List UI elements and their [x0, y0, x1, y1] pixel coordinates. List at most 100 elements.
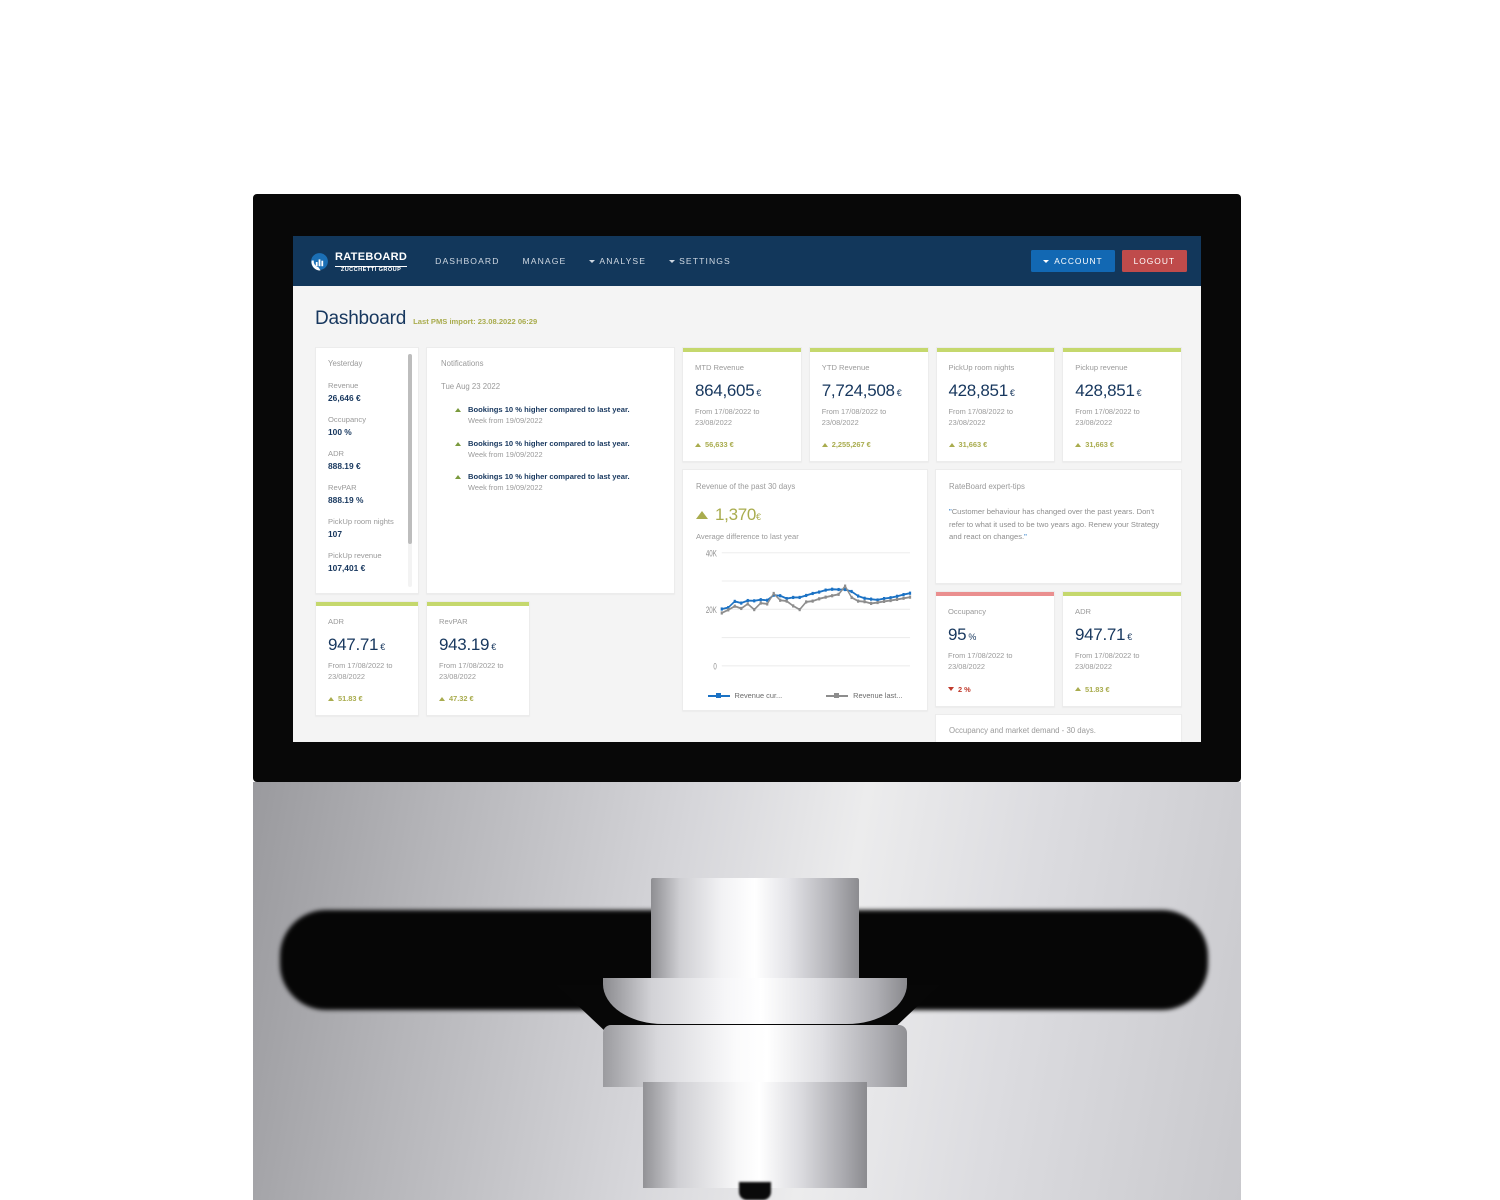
- kpi-value: 428,851 €: [1075, 382, 1169, 399]
- yesterday-item-value: 100 %: [328, 427, 352, 437]
- triangle-down-icon: [948, 687, 954, 692]
- svg-text:0: 0: [713, 662, 716, 673]
- notification-body: Bookings 10 % higher compared to last ye…: [468, 471, 630, 494]
- revenue-average-value: 1,370€: [715, 505, 761, 525]
- nav-item-settings-label: SETTINGS: [679, 256, 731, 266]
- kpi-card-ytd-revenue: YTD Revenue 7,724,508 € From 17/08/2022 t…: [808, 347, 929, 463]
- monitor-stand: [253, 782, 1241, 1200]
- legend-swatch-last: [826, 692, 849, 698]
- kpi-range: From 17/08/2022 to 23/08/2022: [821, 407, 887, 427]
- yesterday-scrollbar-thumb[interactable]: [408, 354, 412, 544]
- triangle-up-icon: [1075, 442, 1082, 447]
- triangle-up-icon: [695, 442, 701, 447]
- logo-subtitle: ZUCCHETTI GROUP: [340, 267, 402, 274]
- expert-tips-title: RateBoard expert-tips: [949, 482, 1025, 492]
- notification-item[interactable]: Bookings 10 % higher compared to last ye…: [441, 471, 660, 494]
- kpi-value-number: 947.71: [1075, 625, 1126, 645]
- expert-tips-card: RateBoard expert-tips "Customer behaviou…: [935, 469, 1182, 585]
- kpi-delta: 2 %: [948, 685, 1042, 694]
- yesterday-item: Occupancy 100 %: [328, 415, 406, 437]
- kpi-range: From 17/08/2022 to 23/08/2022: [1075, 407, 1140, 427]
- kpi-value: 7,724,508 €: [822, 382, 916, 399]
- yesterday-item-value: 888.19 %: [328, 495, 364, 505]
- notification-item[interactable]: Bookings 10 % higher compared to last ye…: [441, 438, 660, 461]
- kpi-delta: 31,663 €: [948, 440, 1043, 450]
- nav-links: DASHBOARD MANAGE ANALYSE SETTINGS: [435, 256, 731, 266]
- yesterday-item-key: PickUp room nights: [328, 517, 394, 526]
- kpi-delta: 31,663 €: [1075, 440, 1169, 449]
- nav-item-analyse[interactable]: ANALYSE: [589, 256, 646, 266]
- monitor-bezel: RATEBOARD ZUCCHETTI GROUP DASHBOARD MANA…: [253, 194, 1241, 782]
- triangle-up-icon: [439, 696, 445, 701]
- kpi-value-unit: €: [491, 642, 496, 652]
- notifications-body: Notifications Tue Aug 23 2022 Bookings 1…: [427, 348, 674, 593]
- yesterday-item: ADR 888.19 €: [328, 449, 406, 471]
- notification-headline: Bookings 10 % higher compared to last ye…: [468, 405, 630, 414]
- legend-label-last: Revenue last...: [853, 691, 903, 701]
- rateboard-logo[interactable]: RATEBOARD ZUCCHETTI GROUP: [309, 248, 408, 274]
- kpi-label: RevPAR: [439, 617, 468, 626]
- yesterday-item-value: 107,401 €: [328, 563, 366, 573]
- kpi-value-unit: €: [1127, 632, 1132, 643]
- triangle-up-icon: [455, 441, 461, 446]
- revenue-chart-card: Revenue of the past 30 days 1,370€ Avera…: [682, 469, 928, 712]
- kpi-value-unit: €: [380, 642, 385, 652]
- notifications-date: Tue Aug 23 2022: [441, 382, 501, 391]
- rateboard-logo-icon: [309, 251, 330, 272]
- kpi-body: ADR 947.71 € From 17/08/2022 to 23/08/202…: [1063, 596, 1181, 705]
- nav-item-dashboard[interactable]: DASHBOARD: [435, 256, 499, 266]
- kpi-top-row: MTD Revenue 864,605 € From 17/08/2022 to …: [682, 347, 1182, 463]
- kpi-delta: 51.83 €: [328, 694, 406, 703]
- kpi-card-pickup-room-nights: PickUp room nights 428,851 € From 17/08/2…: [935, 347, 1056, 463]
- stand-foot-notch: [739, 1182, 771, 1200]
- kpi-label: YTD Revenue: [821, 363, 870, 372]
- kpi-value-number: 864,605: [695, 381, 755, 400]
- svg-text:40K: 40K: [706, 549, 718, 560]
- chart-and-tips-row: Revenue of the past 30 days 1,370€ Avera…: [682, 469, 1182, 742]
- kpi-delta: 51.83 €: [1075, 685, 1169, 694]
- occupancy-market-demand-card: Occupancy and market demand - 30 days.: [935, 713, 1182, 742]
- kpi-card-adr: ADR 947.71 € From 17/08/2022 to 23/08/202…: [315, 601, 419, 717]
- chevron-down-icon: [1043, 259, 1050, 263]
- stand-foot-lower: [643, 1082, 867, 1188]
- notifications-title: Notifications: [441, 359, 484, 368]
- nav-item-settings[interactable]: SETTINGS: [669, 256, 731, 266]
- triangle-up-icon: [948, 442, 955, 447]
- account-button[interactable]: ACCOUNT: [1031, 250, 1115, 272]
- svg-text:20K: 20K: [706, 605, 718, 616]
- revenue-chart-title: Revenue of the past 30 days: [696, 482, 796, 492]
- logo-title: RATEBOARD: [335, 251, 408, 264]
- kpi-delta-value: 31,663 €: [1085, 440, 1115, 450]
- legend-item-current[interactable]: Revenue cur...: [707, 691, 782, 700]
- chevron-down-icon: [669, 259, 676, 263]
- kpi-delta-value: 31,663 €: [958, 440, 988, 450]
- logout-button[interactable]: LOGOUT: [1121, 250, 1187, 272]
- left-top-row: Yesterday Revenue 26,646 € Occupancy 100…: [315, 347, 675, 594]
- kpi-delta-value: 2,255,267 €: [831, 440, 871, 450]
- kpi-body: PickUp room nights 428,851 € From 17/08/2…: [937, 352, 1055, 461]
- yesterday-item: PickUp revenue 107,401 €: [328, 551, 406, 573]
- yesterday-scroll-area[interactable]: Yesterday Revenue 26,646 € Occupancy 100…: [316, 348, 418, 593]
- right-column: MTD Revenue 864,605 € From 17/08/2022 to …: [682, 347, 1182, 742]
- page-header: Dashboard Last PMS import: 23.08.2022 06…: [315, 308, 1201, 330]
- triangle-up-icon: [821, 442, 828, 447]
- monitor-screen: RATEBOARD ZUCCHETTI GROUP DASHBOARD MANA…: [293, 236, 1201, 742]
- triangle-up-icon: [455, 475, 461, 479]
- nav-item-manage[interactable]: MANAGE: [523, 256, 567, 266]
- kpi-card-pickup-revenue: Pickup revenue 428,851 € From 17/08/2022 …: [1062, 347, 1182, 463]
- revenue-plot-svg: 0 20K 40K: [706, 549, 912, 673]
- tips-and-kpi-column: RateBoard expert-tips "Customer behaviou…: [935, 469, 1182, 742]
- kpi-range: From 17/08/2022 to 23/08/2022: [328, 661, 393, 681]
- yesterday-item-key: PickUp revenue: [328, 551, 382, 560]
- left-bottom-row: ADR 947.71 € From 17/08/2022 to 23/08/202…: [315, 601, 675, 717]
- notification-item[interactable]: Bookings 10 % higher compared to last ye…: [441, 404, 660, 427]
- account-button-label: ACCOUNT: [1054, 256, 1103, 266]
- kpi-label: Pickup revenue: [1075, 363, 1128, 372]
- revenue-average-unit: €: [756, 512, 761, 523]
- kpi-body: RevPAR 943.19 € From 17/08/2022 to 23/08/…: [427, 606, 529, 715]
- quote-close: ": [1024, 532, 1027, 542]
- chevron-down-icon: [589, 259, 596, 263]
- revenue-line-plot[interactable]: 0 20K 40K: [696, 547, 914, 689]
- kpi-card-occupancy: Occupancy 95% From 17/08/2022 to 23/08/2…: [935, 591, 1055, 707]
- legend-item-last[interactable]: Revenue last...: [826, 691, 902, 700]
